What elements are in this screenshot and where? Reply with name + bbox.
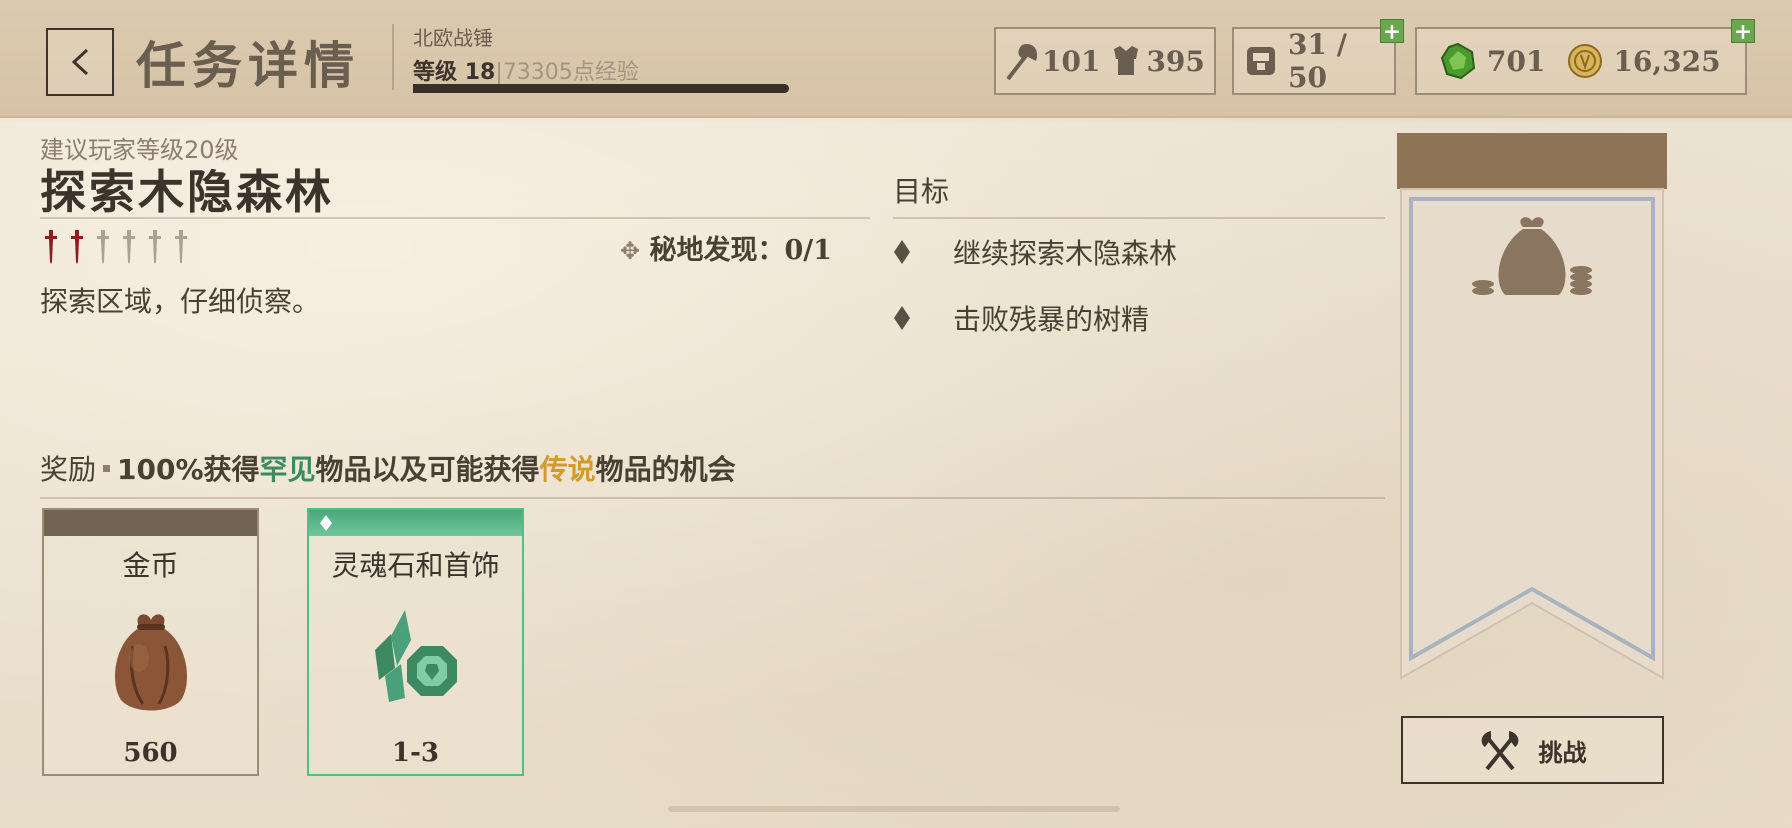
reward-summary: 奖励 100%获得罕见物品以及可能获得传说物品的机会 <box>40 448 736 488</box>
add-currency-icon[interactable]: + <box>1731 19 1755 44</box>
combat-stats[interactable]: 101 395 <box>994 27 1216 95</box>
chevron-left-icon <box>71 48 89 76</box>
challenge-button[interactable]: 挑战 <box>1401 716 1664 784</box>
crossed-axes-icon <box>1481 731 1518 771</box>
reward-quantity: 1-3 <box>392 738 439 768</box>
currency-stats[interactable]: 701 16,325 + <box>1415 19 1755 95</box>
objective-item: 继续探索木隐森林 <box>893 232 1177 272</box>
back-button[interactable] <box>46 28 114 96</box>
objectives-title: 目标 <box>893 175 950 208</box>
difficulty-dagger-filled-icon <box>45 230 57 264</box>
separator-square <box>103 465 111 472</box>
inventory-chest-icon <box>1244 44 1278 78</box>
coin-pouch-icon <box>44 606 257 716</box>
xp-text: 73305点经验 <box>502 60 639 85</box>
gold-value: 16,325 <box>1613 44 1721 78</box>
xp-separator: | <box>495 60 503 85</box>
septim-coin-icon <box>1567 43 1603 79</box>
reward-quantity: 560 <box>123 738 178 768</box>
character-level: 等级 18|73305点经验 <box>413 54 639 86</box>
reward-name: 灵魂石和首饰 <box>331 549 500 582</box>
battle-axe-icon <box>1002 39 1042 83</box>
rarity-diamond-icon <box>320 515 332 531</box>
attack-value: 101 <box>1042 44 1101 78</box>
difficulty-dagger-empty-icon <box>123 230 135 264</box>
quest-title: 探索木隐森林 <box>40 165 334 219</box>
level-value: 18 <box>464 60 496 85</box>
title-divider-line <box>40 217 870 219</box>
armor-icon <box>1110 43 1142 79</box>
difficulty-dagger-empty-icon <box>149 230 161 264</box>
card-band <box>309 510 522 536</box>
soul-gem-icon <box>309 606 522 716</box>
character-name: 北欧战锤 <box>413 26 493 50</box>
card-band <box>44 510 257 536</box>
level-label: 等级 <box>413 60 458 85</box>
discovery-value: 0/1 <box>784 235 832 266</box>
quest-description: 探索区域，仔细侦察。 <box>40 285 321 318</box>
inventory-stat[interactable]: 31 / 50 + <box>1232 19 1404 95</box>
difficulty-dagger-empty-icon <box>97 230 109 264</box>
gem-icon <box>1439 42 1477 80</box>
difficulty-dagger-empty-icon <box>175 230 187 264</box>
title-divider <box>392 24 394 90</box>
top-bar: 任务详情 北欧战锤 等级 18|73305点经验 101 395 31 / 50… <box>0 0 1792 118</box>
diamond-bullet-icon <box>894 306 910 330</box>
reward-card-gold[interactable]: 金币 560 <box>42 508 259 776</box>
objective-item: 击败残暴的树精 <box>893 298 1149 338</box>
objective-text: 击败残暴的树精 <box>953 303 1150 336</box>
objectives-divider <box>893 217 1385 219</box>
gems-value: 701 <box>1487 44 1546 78</box>
challenge-label: 挑战 <box>1538 738 1587 767</box>
discovery-label: 秘地发现： <box>649 235 785 266</box>
add-inventory-icon[interactable]: + <box>1380 19 1404 44</box>
sparkle-icon: ✥ <box>620 237 641 265</box>
discovery-counter: ✥ 秘地发现：0/1 <box>620 228 832 267</box>
reward-card-soulgem[interactable]: 灵魂石和首饰 1-3 <box>307 508 524 776</box>
diamond-bullet-icon <box>894 240 910 264</box>
rare-word: 罕见 <box>259 453 316 486</box>
reward-mid: 物品以及可能获得 <box>315 453 540 486</box>
armor-value: 395 <box>1146 44 1205 78</box>
difficulty-rating <box>44 230 188 264</box>
reward-suffix: 物品的机会 <box>595 453 736 486</box>
difficulty-dagger-filled-icon <box>71 230 83 264</box>
reward-prefix: 100%获得 <box>117 453 260 486</box>
page-title: 任务详情 <box>136 37 360 95</box>
reward-label: 奖励 <box>40 453 97 486</box>
reward-divider <box>40 497 1385 499</box>
legendary-word: 传说 <box>539 453 596 486</box>
objective-text: 继续探索木隐森林 <box>953 237 1178 270</box>
quest-banner <box>1397 133 1667 680</box>
xp-bar <box>413 84 789 93</box>
inventory-value: 31 / 50 <box>1288 28 1347 94</box>
reward-name: 金币 <box>122 549 179 582</box>
bottom-handle <box>668 806 1120 812</box>
